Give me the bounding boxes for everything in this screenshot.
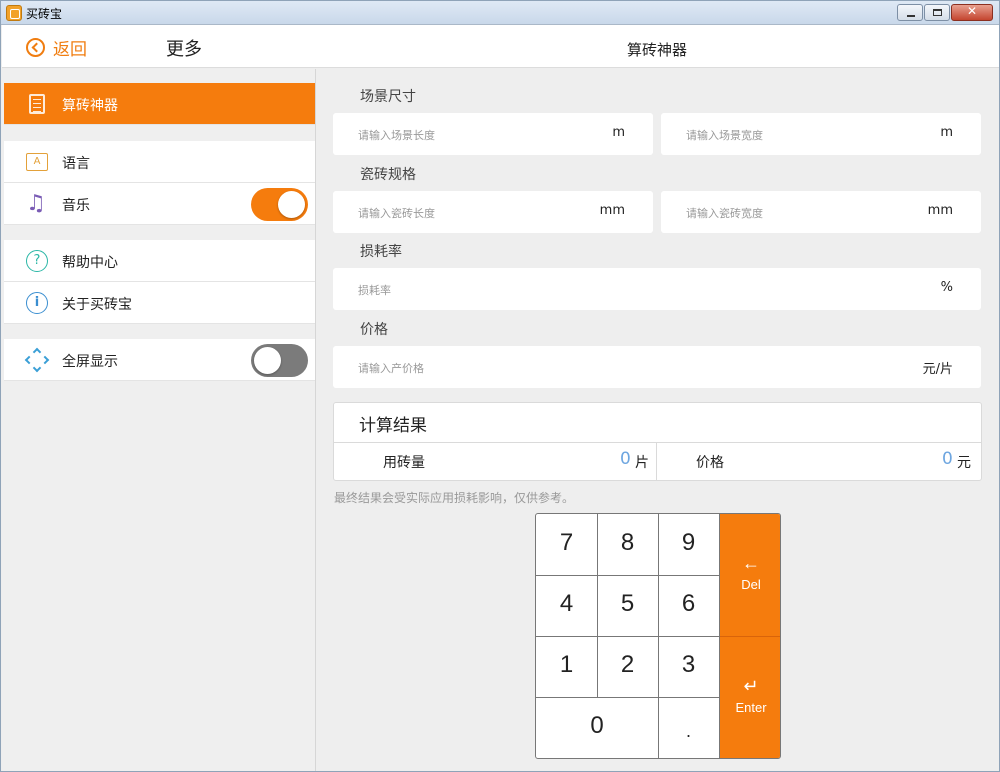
calculator-icon bbox=[29, 94, 45, 114]
minimize-icon bbox=[907, 15, 915, 17]
music-toggle[interactable] bbox=[251, 188, 308, 221]
sidebar-title: 更多 bbox=[166, 39, 202, 60]
scene-width-field[interactable]: 请输入场景宽度 m bbox=[661, 113, 981, 155]
sidebar-item-help-center[interactable]: ? 帮助中心 bbox=[4, 240, 315, 282]
tile-count-label: 用砖量 bbox=[383, 455, 425, 471]
calculator-panel: 场景尺寸 请输入场景长度 m 请输入场景宽度 m 瓷砖规格 请输入瓷砖长度 mm… bbox=[317, 69, 999, 771]
key-0[interactable]: 0 bbox=[536, 697, 659, 758]
key-8[interactable]: 8 bbox=[597, 514, 659, 576]
back-button[interactable]: 返回 bbox=[26, 35, 87, 60]
top-nav-bar: 返回 更多 算砖神器 bbox=[2, 25, 999, 68]
sidebar-item-music: ♫ 音乐 bbox=[4, 183, 315, 225]
result-divider bbox=[656, 443, 657, 481]
sidebar-item-label: 语言 bbox=[62, 156, 90, 172]
sidebar-item-label: 帮助中心 bbox=[62, 255, 118, 271]
disclaimer-note: 最终结果会受实际应用损耗影响，仅供参考。 bbox=[334, 491, 575, 505]
loss-rate-placeholder: 损耗率 bbox=[358, 284, 391, 297]
key-1[interactable]: 1 bbox=[536, 636, 598, 698]
tile-length-unit: mm bbox=[599, 203, 625, 218]
backspace-icon: ← bbox=[742, 553, 760, 573]
window-controls: ✕ bbox=[897, 4, 993, 21]
close-icon: ✕ bbox=[966, 4, 978, 18]
sidebar-item-tile-calculator[interactable]: 算砖神器 bbox=[4, 83, 315, 125]
enter-key-label: Enter bbox=[735, 700, 767, 715]
fullscreen-icon bbox=[24, 347, 50, 373]
key-3[interactable]: 3 bbox=[658, 636, 720, 698]
scene-width-unit: m bbox=[940, 125, 953, 140]
sidebar: 算砖神器 A 语言 ♫ 音乐 ? 帮助中心 i 关于买砖宝 全屏显示 bbox=[2, 69, 316, 771]
back-arrow-icon bbox=[26, 38, 45, 57]
window-titlebar[interactable]: 买砖宝 ✕ bbox=[1, 1, 999, 25]
scene-length-field[interactable]: 请输入场景长度 m bbox=[333, 113, 653, 155]
price-label: 价格 bbox=[360, 322, 388, 338]
enter-icon: ↵ bbox=[743, 676, 759, 696]
price-unit: 元/片 bbox=[922, 362, 953, 377]
sidebar-item-label: 算砖神器 bbox=[62, 98, 118, 114]
numeric-keypad: 7 8 9 4 5 6 1 2 3 0 . ← Del ↵ Enter bbox=[535, 513, 781, 759]
toggle-knob bbox=[254, 347, 281, 374]
total-price-value: 0 bbox=[942, 449, 953, 469]
sidebar-item-language[interactable]: A 语言 bbox=[4, 141, 315, 183]
sidebar-item-label: 关于买砖宝 bbox=[62, 297, 132, 313]
sidebar-item-label: 音乐 bbox=[62, 198, 90, 214]
key-7[interactable]: 7 bbox=[536, 514, 598, 576]
page-title: 算砖神器 bbox=[627, 41, 688, 59]
key-dot[interactable]: . bbox=[658, 697, 720, 758]
tile-width-unit: mm bbox=[927, 203, 953, 218]
sidebar-item-fullscreen: 全屏显示 bbox=[4, 339, 315, 381]
fullscreen-toggle[interactable] bbox=[251, 344, 308, 377]
tile-length-placeholder: 请输入瓷砖长度 bbox=[358, 207, 435, 220]
key-2[interactable]: 2 bbox=[597, 636, 659, 698]
total-price-label: 价格 bbox=[696, 455, 724, 471]
maximize-icon bbox=[933, 9, 942, 16]
delete-key-label: Del bbox=[741, 577, 761, 592]
delete-key[interactable]: ← Del bbox=[720, 514, 780, 637]
help-icon: ? bbox=[26, 250, 48, 272]
loss-rate-label: 损耗率 bbox=[360, 244, 402, 260]
tile-spec-label: 瓷砖规格 bbox=[360, 167, 416, 183]
info-icon: i bbox=[26, 292, 48, 314]
result-title: 计算结果 bbox=[359, 416, 427, 436]
tile-length-field[interactable]: 请输入瓷砖长度 mm bbox=[333, 191, 653, 233]
toggle-knob bbox=[278, 191, 305, 218]
app-window: 买砖宝 ✕ 返回 更多 算砖神器 算砖神器 A 语言 ♫ 音乐 ? 帮助中心 i… bbox=[0, 0, 1000, 772]
maximize-button[interactable] bbox=[924, 4, 950, 21]
close-button[interactable]: ✕ bbox=[951, 4, 993, 21]
tile-count-unit: 片 bbox=[635, 455, 649, 471]
language-icon: A bbox=[26, 153, 48, 171]
minimize-button[interactable] bbox=[897, 4, 923, 21]
result-card: 计算结果 用砖量 0 片 价格 0 元 bbox=[333, 402, 982, 481]
app-logo-icon bbox=[6, 5, 22, 21]
scene-width-placeholder: 请输入场景宽度 bbox=[686, 129, 763, 142]
key-6[interactable]: 6 bbox=[658, 575, 720, 637]
loss-rate-field[interactable]: 损耗率 % bbox=[333, 268, 981, 310]
tile-count-value: 0 bbox=[620, 449, 631, 469]
key-4[interactable]: 4 bbox=[536, 575, 598, 637]
back-label: 返回 bbox=[53, 40, 87, 60]
result-row: 用砖量 0 片 价格 0 元 bbox=[334, 442, 981, 481]
music-icon: ♫ bbox=[26, 191, 46, 216]
key-5[interactable]: 5 bbox=[597, 575, 659, 637]
price-field[interactable]: 请输入产价格 元/片 bbox=[333, 346, 981, 388]
scene-length-unit: m bbox=[612, 125, 625, 140]
sidebar-item-label: 全屏显示 bbox=[62, 354, 118, 370]
price-placeholder: 请输入产价格 bbox=[358, 362, 424, 375]
total-price-unit: 元 bbox=[957, 455, 971, 471]
tile-width-placeholder: 请输入瓷砖宽度 bbox=[686, 207, 763, 220]
tile-width-field[interactable]: 请输入瓷砖宽度 mm bbox=[661, 191, 981, 233]
loss-rate-unit: % bbox=[940, 280, 953, 295]
scene-length-placeholder: 请输入场景长度 bbox=[358, 129, 435, 142]
scene-size-label: 场景尺寸 bbox=[360, 89, 416, 105]
key-9[interactable]: 9 bbox=[658, 514, 720, 576]
sidebar-item-about[interactable]: i 关于买砖宝 bbox=[4, 282, 315, 324]
window-title: 买砖宝 bbox=[26, 7, 63, 21]
enter-key[interactable]: ↵ Enter bbox=[720, 636, 780, 758]
